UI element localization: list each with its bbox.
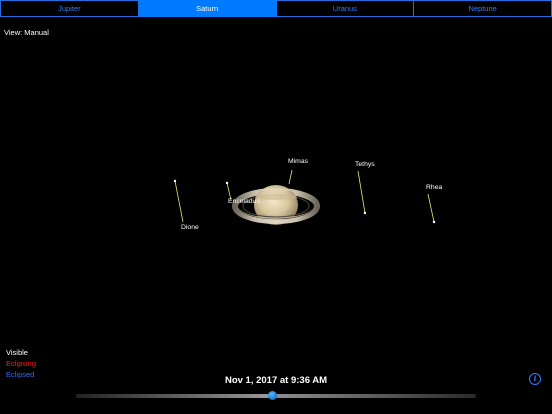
time-slider[interactable] — [76, 391, 476, 400]
moon-label-enceladus: Enceladus — [228, 198, 260, 205]
time-slider-thumb[interactable] — [267, 391, 277, 400]
rhea-dot[interactable] — [432, 220, 436, 224]
moon-viewer-screen: Jupiter Saturn Uranus Neptune View: Manu… — [0, 0, 552, 414]
dione-dot[interactable] — [173, 179, 177, 183]
mimas-trail — [288, 169, 293, 185]
info-button[interactable]: i — [529, 373, 541, 385]
date-time-label: Nov 1, 2017 at 9:36 AM — [224, 375, 328, 386]
tethys-trail — [357, 170, 366, 214]
info-icon: i — [533, 374, 537, 383]
saturn-system-view[interactable] — [0, 0, 552, 414]
dione-trail — [174, 180, 184, 223]
legend-eclipsing: Eclipsing — [6, 359, 37, 368]
moon-label-dione: Dione — [181, 224, 199, 231]
rhea-trail — [427, 193, 435, 223]
enceladus-dot[interactable] — [225, 181, 229, 185]
moon-label-mimas: Mimas — [288, 158, 309, 165]
legend-visible: Visible — [6, 348, 28, 357]
moon-label-rhea: Rhea — [426, 184, 443, 191]
tethys-dot[interactable] — [363, 211, 367, 215]
moon-label-tethys: Tethys — [355, 161, 375, 168]
time-slider-fill — [76, 394, 272, 398]
saturn-planet[interactable] — [232, 185, 320, 225]
